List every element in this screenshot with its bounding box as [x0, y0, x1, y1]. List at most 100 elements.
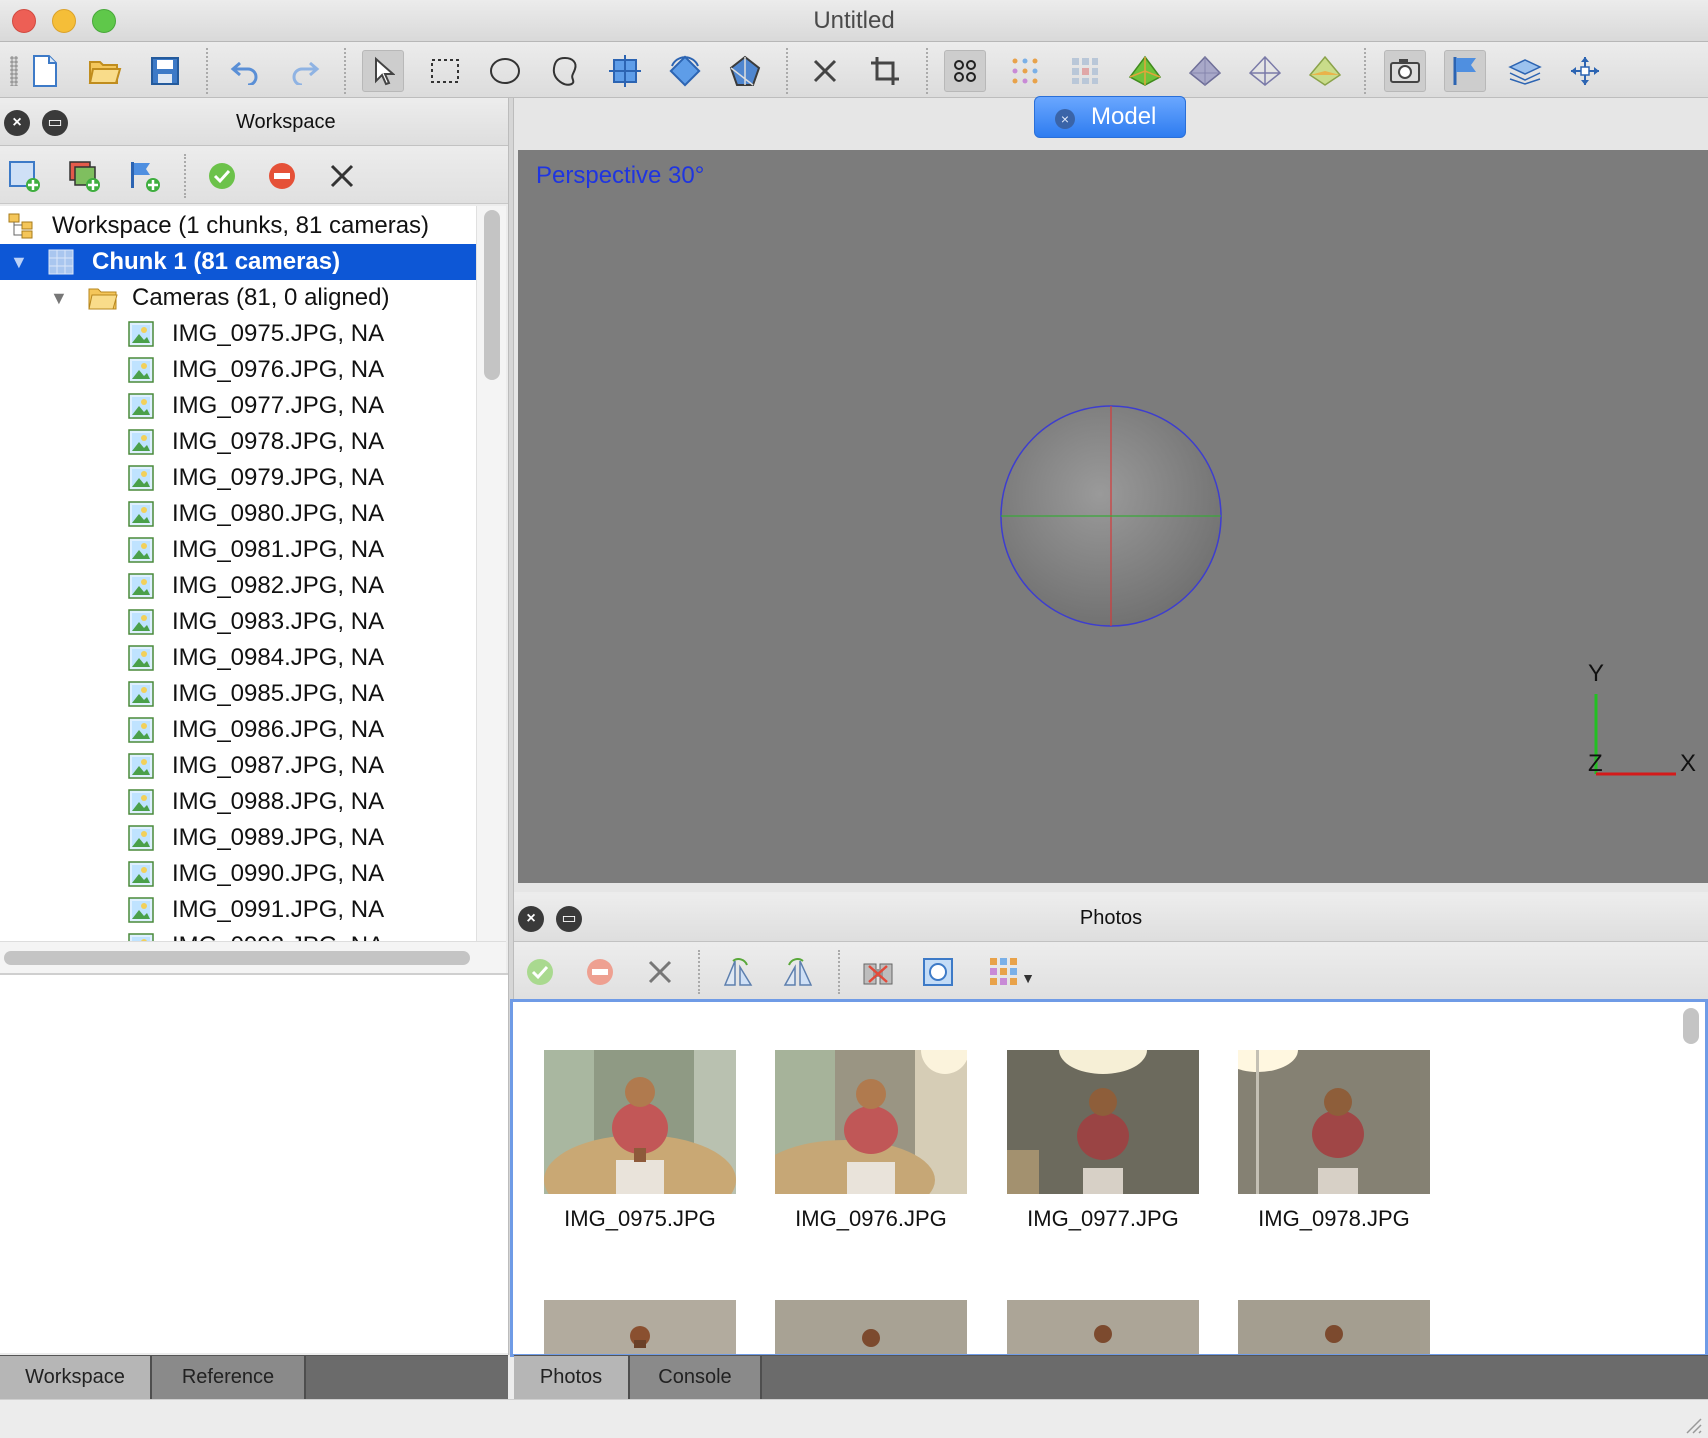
new-icon[interactable]	[24, 50, 66, 92]
camera-image-icon	[128, 357, 154, 383]
photos-toolbar: ▼	[514, 944, 1708, 1000]
photo-thumbnail[interactable]	[1007, 1050, 1199, 1194]
axis-z-label: Z	[1588, 750, 1603, 777]
circle-selection-icon[interactable]	[484, 50, 526, 92]
tree-camera-item[interactable]: IMG_0976.JPG, NA	[0, 352, 476, 388]
tree-camera-item[interactable]: IMG_0987.JPG, NA	[0, 748, 476, 784]
workspace-vertical-scrollbar[interactable]	[476, 206, 506, 941]
shape-object-icon[interactable]	[724, 50, 766, 92]
photo-thumbnail[interactable]	[1238, 1050, 1430, 1194]
add-chunk-icon[interactable]	[4, 156, 44, 196]
enable-camera-icon[interactable]	[520, 952, 560, 992]
resize-grip-icon[interactable]	[1682, 1414, 1702, 1434]
show-cameras-grid-icon[interactable]	[944, 50, 986, 92]
dense-cloud-icon[interactable]	[1064, 50, 1106, 92]
trackball-sphere	[1000, 405, 1222, 627]
tree-root-workspace[interactable]: Workspace (1 chunks, 81 cameras)	[0, 208, 476, 244]
enable-item-icon[interactable]	[202, 156, 242, 196]
show-region-icon[interactable]	[1504, 50, 1546, 92]
photo-thumbnail[interactable]	[775, 1050, 967, 1194]
move-object-icon[interactable]	[604, 50, 646, 92]
camera-image-icon	[128, 501, 154, 527]
tree-cameras-folder[interactable]: ▼ Cameras (81, 0 aligned)	[0, 280, 476, 316]
close-model-tab-icon[interactable]: ×	[1055, 109, 1075, 129]
add-folder-icon[interactable]	[124, 156, 164, 196]
tree-camera-item[interactable]: IMG_0991.JPG, NA	[0, 892, 476, 928]
view-mode-dropdown[interactable]: ▼	[984, 952, 1040, 992]
redo-icon[interactable]	[284, 50, 326, 92]
disable-item-icon[interactable]	[262, 156, 302, 196]
crop-icon[interactable]	[864, 50, 906, 92]
camera-image-icon	[128, 321, 154, 347]
show-cameras-icon[interactable]	[1384, 50, 1426, 92]
model-viewport[interactable]: Perspective 30° Y Z X	[518, 150, 1708, 883]
add-photos-icon[interactable]	[64, 156, 104, 196]
photos-panel-title: Photos	[1079, 907, 1143, 929]
point-cloud-icon[interactable]	[1004, 50, 1046, 92]
tab-photos[interactable]: Photos	[514, 1356, 630, 1399]
photo-thumbnail[interactable]	[1007, 1300, 1199, 1354]
textured-model-icon[interactable]	[1304, 50, 1346, 92]
undo-icon[interactable]	[224, 50, 266, 92]
model-tab[interactable]: × Model	[1034, 96, 1186, 138]
open-icon[interactable]	[84, 50, 126, 92]
photo-thumbnail[interactable]	[1238, 1300, 1430, 1354]
tree-camera-item[interactable]: IMG_0978.JPG, NA	[0, 424, 476, 460]
tab-reference[interactable]: Reference	[152, 1356, 306, 1399]
rotate-object-icon[interactable]	[664, 50, 706, 92]
tree-camera-item[interactable]: IMG_0986.JPG, NA	[0, 712, 476, 748]
collapse-arrow-icon[interactable]: ▼	[10, 244, 28, 280]
free-form-selection-icon[interactable]	[544, 50, 586, 92]
toolbar-grip[interactable]	[10, 56, 18, 86]
tree-camera-item[interactable]: IMG_0977.JPG, NA	[0, 388, 476, 424]
wireframe-model-icon[interactable]	[1244, 50, 1286, 92]
tree-camera-item[interactable]: IMG_0980.JPG, NA	[0, 496, 476, 532]
tree-camera-item[interactable]: IMG_0990.JPG, NA	[0, 856, 476, 892]
photo-thumbnail[interactable]	[775, 1300, 967, 1354]
rotate-left-icon[interactable]	[778, 952, 818, 992]
camera-image-icon	[128, 645, 154, 671]
reset-view-icon[interactable]	[1564, 50, 1606, 92]
float-panel-icon[interactable]: ▭	[42, 110, 68, 136]
navigation-arrow-icon[interactable]	[362, 50, 404, 92]
right-tab-bar: Photos Console	[514, 1355, 1708, 1399]
tree-camera-item[interactable]: IMG_0982.JPG, NA	[0, 568, 476, 604]
photo-thumbnail[interactable]	[544, 1050, 736, 1194]
disable-camera-icon[interactable]	[580, 952, 620, 992]
remove-camera-icon[interactable]	[640, 952, 680, 992]
show-markers-icon[interactable]	[1444, 50, 1486, 92]
rotate-right-icon[interactable]	[718, 952, 758, 992]
photo-view-icon[interactable]	[918, 952, 958, 992]
main-toolbar	[0, 42, 1708, 98]
tree-camera-item[interactable]: IMG_0981.JPG, NA	[0, 532, 476, 568]
save-icon[interactable]	[144, 50, 186, 92]
tree-camera-item[interactable]: IMG_0985.JPG, NA	[0, 676, 476, 712]
tree-camera-item[interactable]: IMG_0975.JPG, NA	[0, 316, 476, 352]
cameras-folder-label: Cameras (81, 0 aligned)	[132, 284, 390, 311]
tree-camera-item[interactable]: IMG_0984.JPG, NA	[0, 640, 476, 676]
tree-camera-item[interactable]: IMG_0989.JPG, NA	[0, 820, 476, 856]
tab-workspace[interactable]: Workspace	[0, 1356, 152, 1399]
remove-item-icon[interactable]	[322, 156, 362, 196]
collapse-arrow-icon[interactable]: ▼	[50, 280, 68, 316]
photos-scrollbar[interactable]	[1683, 1008, 1699, 1044]
tree-chunk-item[interactable]: ▼ Chunk 1 (81 cameras)	[0, 244, 476, 280]
camera-image-icon	[128, 465, 154, 491]
shaded-model-icon[interactable]	[1124, 50, 1166, 92]
tree-camera-item[interactable]: IMG_0979.JPG, NA	[0, 460, 476, 496]
close-panel-icon[interactable]: ×	[4, 110, 30, 136]
photos-panel-header: × ▭ Photos	[514, 894, 1708, 942]
reset-filter-icon[interactable]	[858, 952, 898, 992]
tree-camera-item[interactable]: IMG_0983.JPG, NA	[0, 604, 476, 640]
photo-thumbnail[interactable]	[544, 1300, 736, 1354]
model-tab-label: Model	[1091, 103, 1157, 130]
camera-label: IMG_0979.JPG, NA	[172, 464, 385, 491]
workspace-horizontal-scrollbar[interactable]	[0, 941, 506, 973]
delete-selection-icon[interactable]	[804, 50, 846, 92]
workspace-panel-header: × ▭ Workspace	[0, 98, 508, 146]
tree-camera-item[interactable]: IMG_0992.JPG, NA	[0, 928, 476, 941]
rectangle-selection-icon[interactable]	[424, 50, 466, 92]
tree-camera-item[interactable]: IMG_0988.JPG, NA	[0, 784, 476, 820]
tab-console[interactable]: Console	[630, 1356, 762, 1399]
solid-model-icon[interactable]	[1184, 50, 1226, 92]
